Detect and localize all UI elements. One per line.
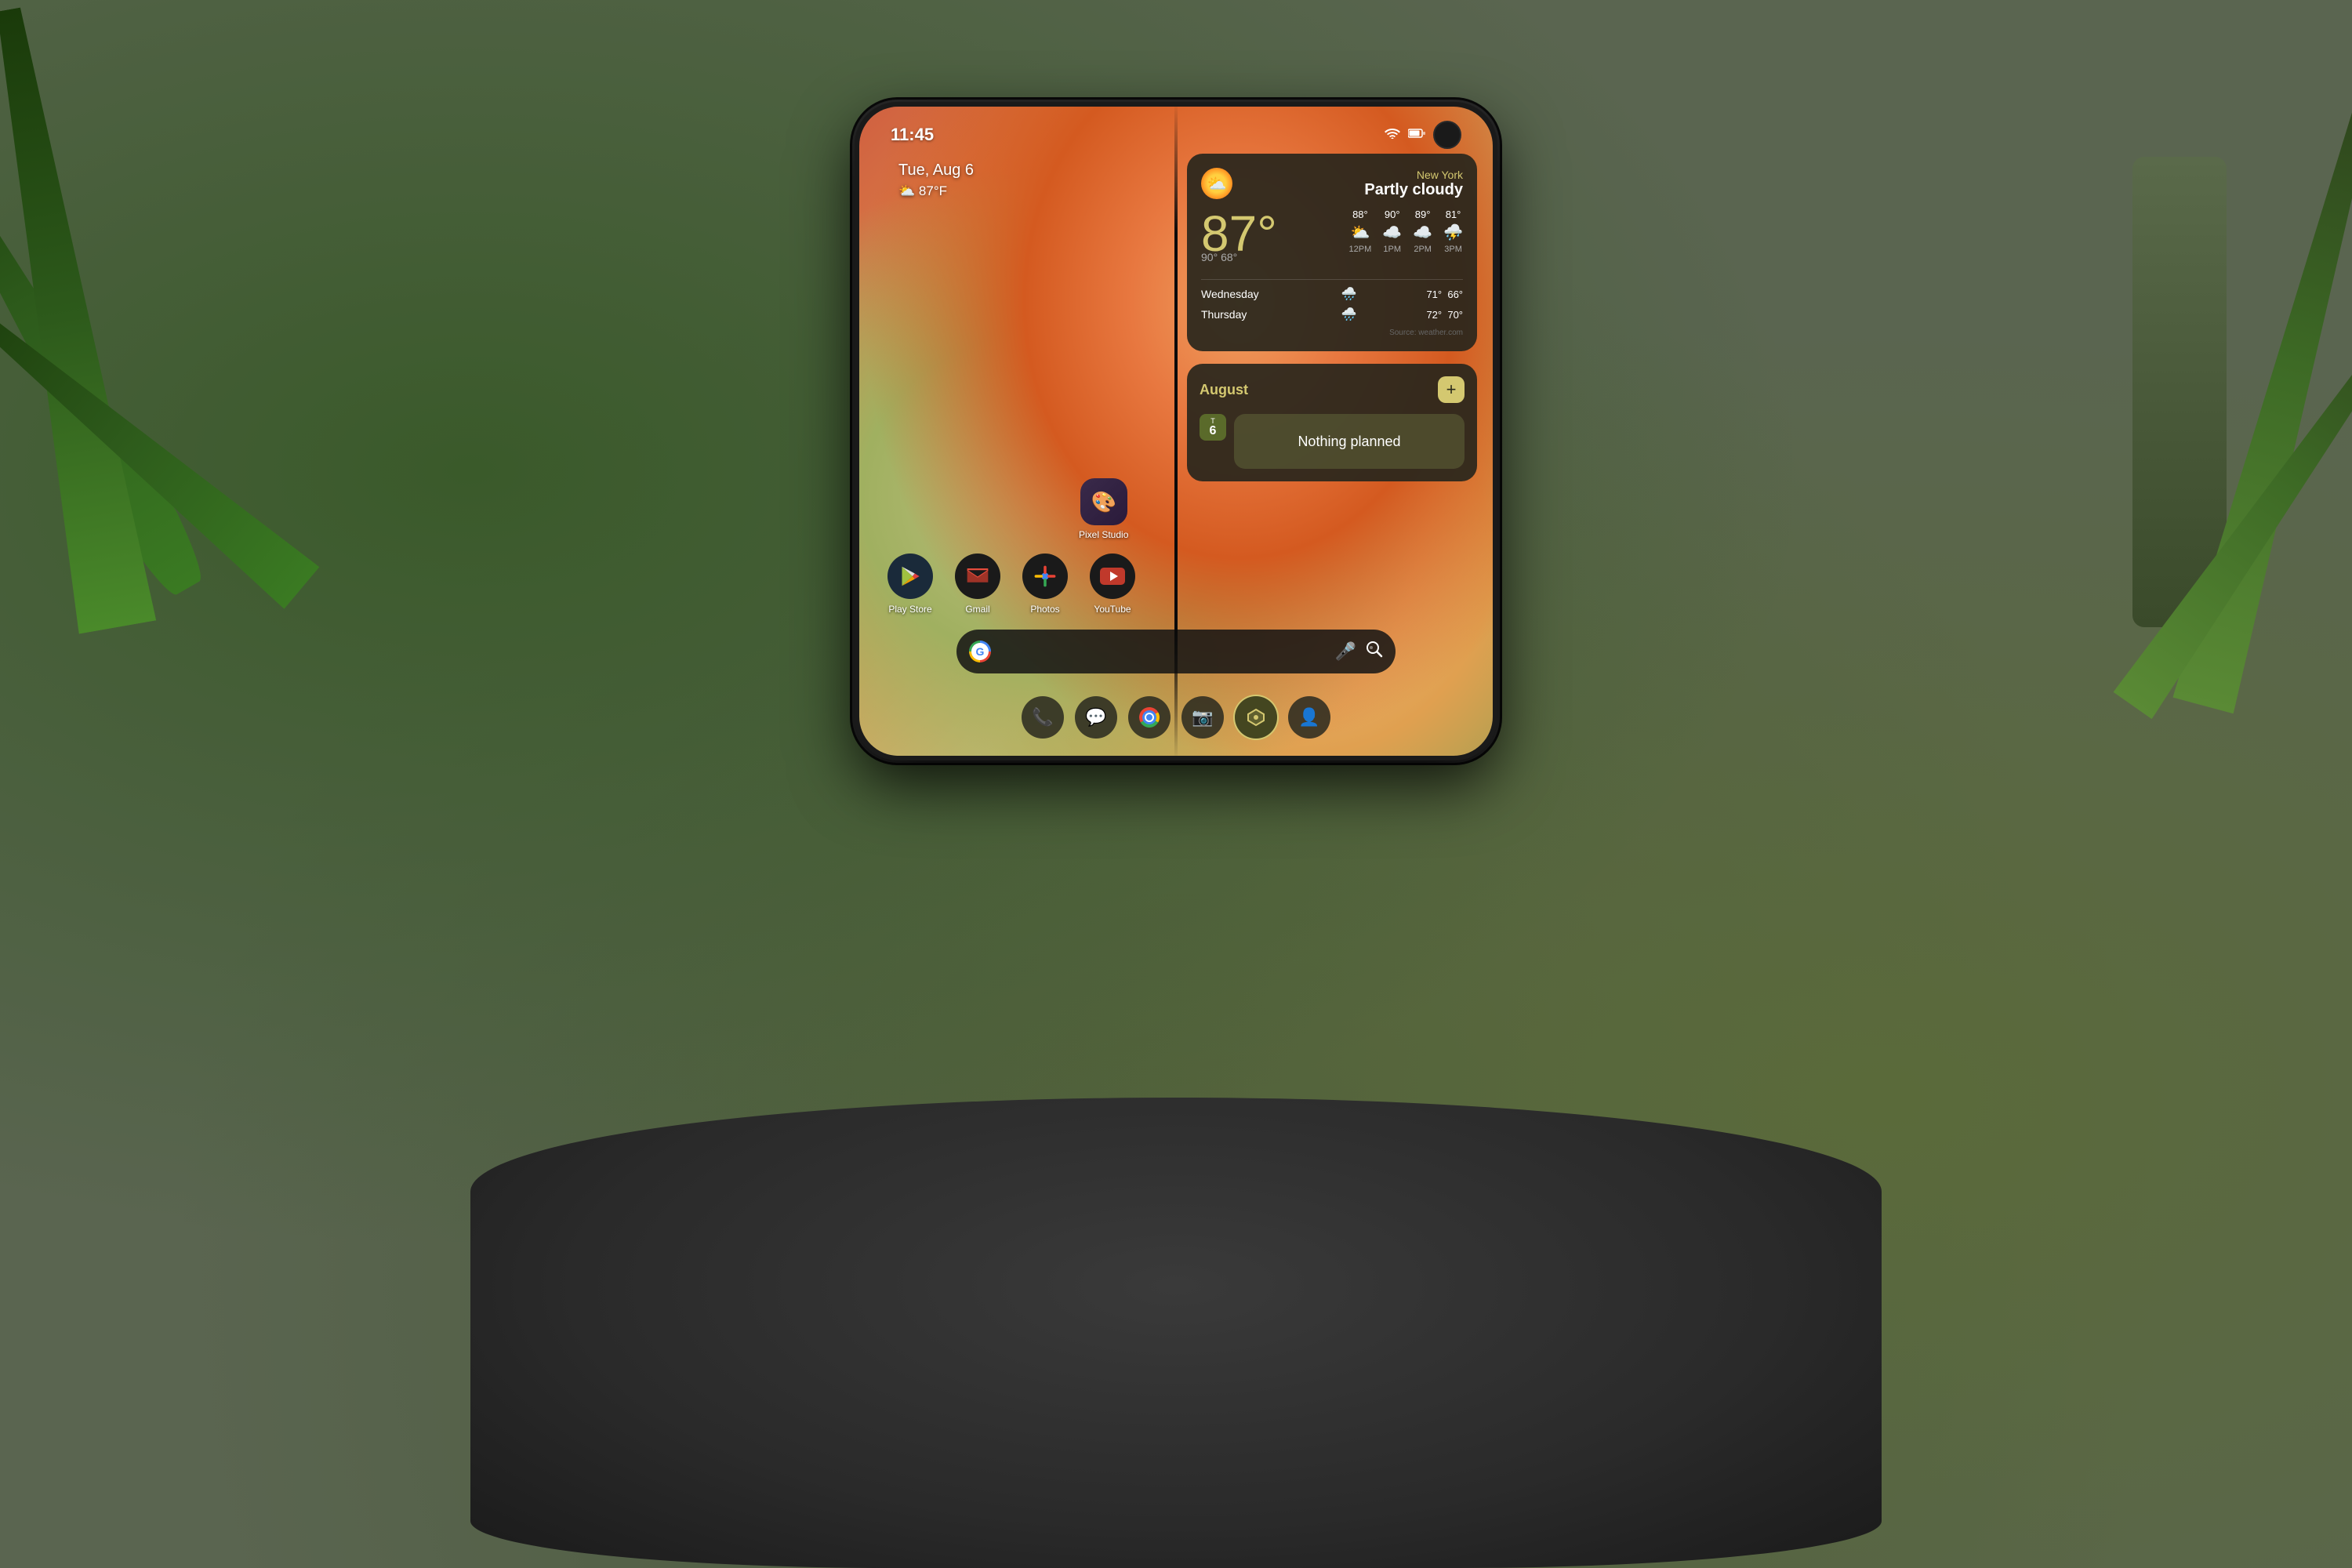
hourly-item-12pm: 88° ⛅ 12PM bbox=[1349, 209, 1372, 254]
hourly-icon-2pm: ☁️ bbox=[1413, 223, 1432, 242]
hourly-time-3pm: 3PM bbox=[1443, 245, 1463, 254]
wifi-icon bbox=[1385, 128, 1400, 143]
hourly-icon-1pm: ☁️ bbox=[1382, 223, 1402, 242]
lens-icon[interactable] bbox=[1366, 641, 1383, 662]
calendar-date-number: 6 bbox=[1210, 425, 1217, 437]
nothing-planned-box: Nothing planned bbox=[1234, 414, 1465, 469]
phone-dock-icon[interactable]: 📞 bbox=[1022, 696, 1064, 739]
messages-dock-icon[interactable]: 💬 bbox=[1075, 696, 1117, 739]
weather-sun-icon: ⛅ bbox=[1201, 168, 1232, 199]
forecast-wednesday: Wednesday 🌧️ 71° 66° bbox=[1201, 286, 1463, 302]
battery-icon bbox=[1408, 128, 1425, 142]
calendar-month: August bbox=[1200, 382, 1248, 398]
weather-source: Source: weather.com bbox=[1201, 328, 1463, 337]
forecast-icon-wed: 🌧️ bbox=[1341, 286, 1357, 302]
forecast-temps-wed: 71° 66° bbox=[1426, 289, 1463, 300]
hourly-time-2pm: 2PM bbox=[1413, 245, 1432, 254]
weather-divider bbox=[1201, 279, 1463, 280]
weather-hourly: 88° ⛅ 12PM 90° ☁️ 1PM 89° ☁️ 2PM bbox=[1349, 209, 1463, 254]
nothing-planned-text: Nothing planned bbox=[1298, 434, 1400, 450]
hourly-icon-3pm: ⛈️ bbox=[1443, 223, 1463, 242]
phone-device: 11:45 bbox=[855, 102, 1497, 760]
pixel-studio-dock-icon[interactable] bbox=[1235, 696, 1277, 739]
gmail-label: Gmail bbox=[950, 604, 1005, 615]
contacts-dock-icon[interactable]: 👤 bbox=[1288, 696, 1330, 739]
photos-app[interactable]: Photos bbox=[1018, 554, 1073, 615]
play-store-app[interactable]: Play Store bbox=[883, 554, 938, 615]
app-row: Play Store Gmail bbox=[883, 554, 1140, 615]
youtube-icon bbox=[1090, 554, 1135, 599]
play-store-icon bbox=[887, 554, 933, 599]
temp-low: 68° bbox=[1221, 251, 1237, 263]
plant-pot bbox=[470, 1098, 1882, 1568]
temp-high: 90° bbox=[1201, 251, 1218, 263]
calendar-header: August + bbox=[1200, 376, 1465, 403]
hourly-temp-1pm: 90° bbox=[1382, 209, 1402, 220]
hourly-item-2pm: 89° ☁️ 2PM bbox=[1413, 209, 1432, 254]
forecast-day-thu: Thursday bbox=[1201, 308, 1272, 321]
hourly-item-1pm: 90° ☁️ 1PM bbox=[1382, 209, 1402, 254]
hourly-item-3pm: 81° ⛈️ 3PM bbox=[1443, 209, 1463, 254]
date-temp: 87°F bbox=[919, 183, 947, 198]
weather-widget[interactable]: ⛅ New York Partly cloudy 87° 90° 68° bbox=[1187, 154, 1477, 351]
photos-label: Photos bbox=[1018, 604, 1073, 615]
fold-line bbox=[1174, 102, 1178, 760]
calendar-widget[interactable]: August + T 6 Nothing planned bbox=[1187, 364, 1477, 481]
pixel-studio-label: Pixel Studio bbox=[1079, 529, 1128, 540]
calendar-add-button[interactable]: + bbox=[1438, 376, 1465, 403]
calendar-date-badge: T 6 bbox=[1200, 414, 1226, 441]
hourly-time-12pm: 12PM bbox=[1349, 245, 1372, 254]
date-widget: Tue, Aug 6 ⛅ 87°F bbox=[898, 162, 974, 199]
mic-icon[interactable]: 🎤 bbox=[1335, 641, 1356, 662]
hourly-icon-12pm: ⛅ bbox=[1349, 223, 1372, 242]
gmail-app[interactable]: Gmail bbox=[950, 554, 1005, 615]
front-camera bbox=[1433, 121, 1461, 149]
hourly-time-1pm: 1PM bbox=[1382, 245, 1402, 254]
weather-emoji: ⛅ bbox=[898, 183, 915, 198]
forecast-thursday: Thursday 🌧️ 72° 70° bbox=[1201, 307, 1463, 322]
hourly-temp-3pm: 81° bbox=[1443, 209, 1463, 220]
status-time: 11:45 bbox=[891, 125, 934, 145]
weather-header: ⛅ New York Partly cloudy bbox=[1201, 168, 1463, 199]
app-icons-area: Play Store Gmail bbox=[883, 554, 1140, 615]
date-day: Tue, Aug 6 bbox=[898, 162, 974, 180]
hourly-temp-2pm: 89° bbox=[1413, 209, 1432, 220]
gmail-icon bbox=[955, 554, 1000, 599]
photos-icon bbox=[1022, 554, 1068, 599]
forecast-temps-thu: 72° 70° bbox=[1426, 309, 1463, 321]
pixel-studio-icon: 🎨 bbox=[1080, 478, 1127, 525]
date-weather: ⛅ 87°F bbox=[898, 183, 974, 199]
weather-condition: Partly cloudy bbox=[1364, 181, 1463, 199]
weather-city: New York bbox=[1364, 169, 1463, 181]
chrome-dock-icon[interactable] bbox=[1128, 696, 1171, 739]
forecast-day-wed: Wednesday bbox=[1201, 288, 1272, 300]
pixel-studio-app[interactable]: 🎨 Pixel Studio bbox=[1079, 478, 1128, 540]
youtube-app[interactable]: YouTube bbox=[1085, 554, 1140, 615]
weather-main: 87° 90° 68° 88° ⛅ 12PM 90° bbox=[1201, 209, 1463, 271]
weather-location: New York Partly cloudy bbox=[1364, 169, 1463, 199]
hourly-temp-12pm: 88° bbox=[1349, 209, 1372, 220]
google-logo: G bbox=[969, 641, 991, 662]
right-panel: ⛅ New York Partly cloudy 87° 90° 68° bbox=[1187, 154, 1477, 481]
camera-dock-icon[interactable]: 📷 bbox=[1181, 696, 1224, 739]
calendar-body: T 6 Nothing planned bbox=[1200, 414, 1465, 469]
play-store-label: Play Store bbox=[883, 604, 938, 615]
trunk bbox=[2132, 157, 2227, 627]
forecast-icon-thu: 🌧️ bbox=[1341, 307, 1357, 322]
youtube-label: YouTube bbox=[1085, 604, 1140, 615]
status-icons bbox=[1385, 121, 1461, 149]
weather-forecast: Wednesday 🌧️ 71° 66° Thursday 🌧️ 72° 70° bbox=[1201, 286, 1463, 322]
